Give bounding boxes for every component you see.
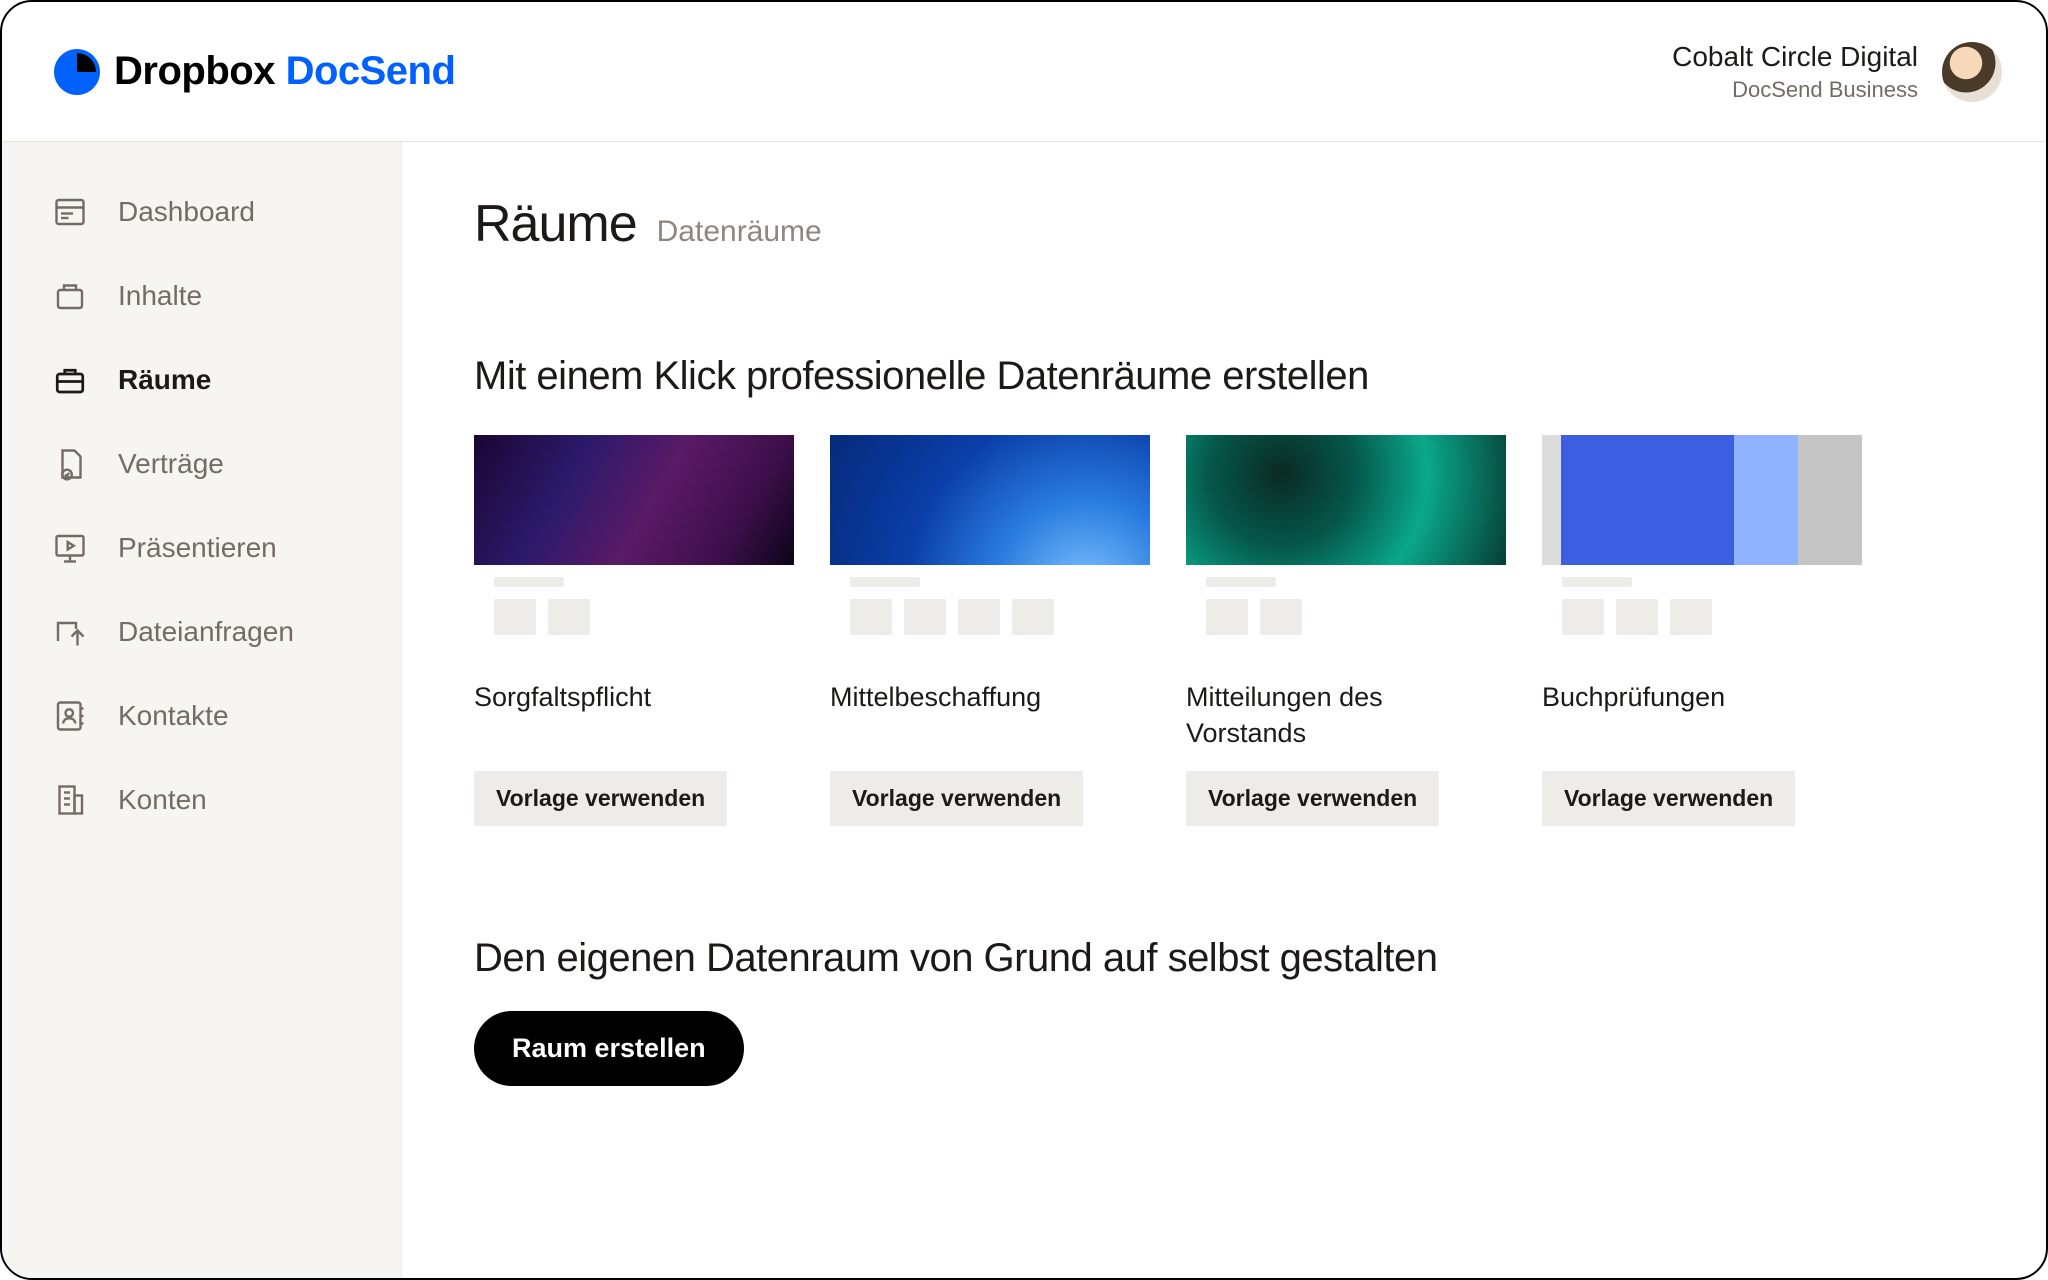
dashboard-icon <box>50 192 90 232</box>
sidebar-item-label: Konten <box>118 784 207 816</box>
template-skeleton <box>474 565 794 649</box>
template-hero-image <box>474 435 794 565</box>
sidebar-item-label: Verträge <box>118 448 224 480</box>
template-hero-image <box>1186 435 1506 565</box>
brand-dropbox: Dropbox <box>114 49 275 93</box>
page-title: Räume <box>474 194 637 254</box>
content-icon <box>50 276 90 316</box>
sidebar-item-present[interactable]: Präsentieren <box>2 506 401 590</box>
header-right: Cobalt Circle Digital DocSend Business <box>1672 41 2002 103</box>
app-frame: Dropbox DocSend Cobalt Circle Digital Do… <box>0 0 2048 1280</box>
template-card-audits: Buchprüfungen Vorlage verwenden <box>1542 435 1862 826</box>
header: Dropbox DocSend Cobalt Circle Digital Do… <box>2 2 2046 142</box>
sidebar-item-contracts[interactable]: Verträge <box>2 422 401 506</box>
sidebar-item-content[interactable]: Inhalte <box>2 254 401 338</box>
create-room-button[interactable]: Raum erstellen <box>474 1011 744 1086</box>
page-title-row: Räume Datenräume <box>474 194 1974 254</box>
template-title: Mittelbeschaffung <box>830 679 1150 753</box>
sidebar-item-label: Räume <box>118 364 211 396</box>
page-subtitle: Datenräume <box>657 215 822 249</box>
contracts-icon <box>50 444 90 484</box>
template-card-fundraising: Mittelbeschaffung Vorlage verwenden <box>830 435 1150 826</box>
template-title: Sorgfaltspflicht <box>474 679 794 753</box>
file-request-icon <box>50 612 90 652</box>
template-title: Mitteilungen des Vorstands <box>1186 679 1506 753</box>
section-heading-templates: Mit einem Klick professionelle Datenräum… <box>474 354 1974 399</box>
body: Dashboard Inhalte <box>2 142 2046 1278</box>
use-template-button[interactable]: Vorlage verwenden <box>1186 771 1439 826</box>
sidebar-item-label: Dashboard <box>118 196 255 228</box>
sidebar-item-contacts[interactable]: Kontakte <box>2 674 401 758</box>
dropbox-logo-icon <box>54 49 100 95</box>
sidebar-item-dashboard[interactable]: Dashboard <box>2 170 401 254</box>
avatar[interactable] <box>1942 42 2002 102</box>
template-hero-image <box>1542 435 1862 565</box>
template-title: Buchprüfungen <box>1542 679 1862 753</box>
template-skeleton <box>830 565 1150 649</box>
sidebar: Dashboard Inhalte <box>2 142 402 1278</box>
sidebar-item-filerequests[interactable]: Dateianfragen <box>2 590 401 674</box>
template-preview[interactable] <box>1186 435 1506 649</box>
sidebar-item-label: Dateianfragen <box>118 616 294 648</box>
org-plan: DocSend Business <box>1672 77 1918 103</box>
sidebar-item-label: Inhalte <box>118 280 202 312</box>
present-icon <box>50 528 90 568</box>
use-template-button[interactable]: Vorlage verwenden <box>474 771 727 826</box>
brand-text: Dropbox DocSend <box>114 49 455 94</box>
sidebar-item-label: Präsentieren <box>118 532 277 564</box>
section-heading-custom: Den eigenen Datenraum von Grund auf selb… <box>474 936 1974 981</box>
sidebar-item-accounts[interactable]: Konten <box>2 758 401 842</box>
org-info[interactable]: Cobalt Circle Digital DocSend Business <box>1672 41 1918 103</box>
brand-docsend: DocSend <box>286 49 456 93</box>
sidebar-item-rooms[interactable]: Räume <box>2 338 401 422</box>
rooms-icon <box>50 360 90 400</box>
template-skeleton <box>1542 565 1862 649</box>
brand[interactable]: Dropbox DocSend <box>54 49 455 95</box>
accounts-icon <box>50 780 90 820</box>
template-skeleton <box>1186 565 1506 649</box>
template-card-board-comms: Mitteilungen des Vorstands Vorlage verwe… <box>1186 435 1506 826</box>
contacts-icon <box>50 696 90 736</box>
org-name: Cobalt Circle Digital <box>1672 41 1918 73</box>
template-preview[interactable] <box>830 435 1150 649</box>
main-content: Räume Datenräume Mit einem Klick profess… <box>402 142 2046 1278</box>
template-hero-image <box>830 435 1150 565</box>
use-template-button[interactable]: Vorlage verwenden <box>830 771 1083 826</box>
template-preview[interactable] <box>1542 435 1862 649</box>
template-card-due-diligence: Sorgfaltspflicht Vorlage verwenden <box>474 435 794 826</box>
use-template-button[interactable]: Vorlage verwenden <box>1542 771 1795 826</box>
template-preview[interactable] <box>474 435 794 649</box>
template-grid: Sorgfaltspflicht Vorlage verwenden Mitte… <box>474 435 1974 826</box>
sidebar-item-label: Kontakte <box>118 700 229 732</box>
